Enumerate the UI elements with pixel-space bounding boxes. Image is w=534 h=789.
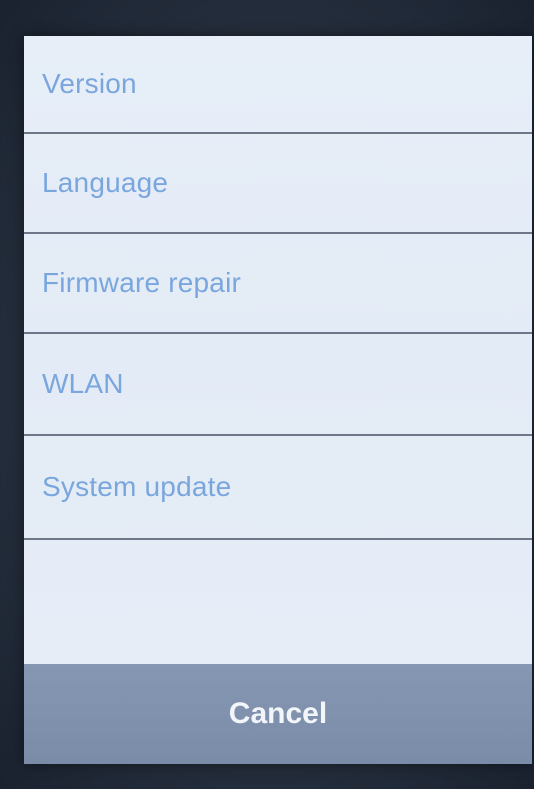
cancel-button[interactable]: Cancel [24,664,532,764]
menu-item-label: WLAN [42,368,124,399]
menu-item-system-update[interactable]: System update [24,436,532,540]
settings-menu-list: Version Language Firmware repair WLAN Sy… [24,36,532,664]
menu-item-wlan[interactable]: WLAN [24,334,532,436]
menu-item-language[interactable]: Language [24,134,532,234]
menu-item-firmware-repair[interactable]: Firmware repair [24,234,532,334]
settings-screen: Version Language Firmware repair WLAN Sy… [24,36,532,764]
cancel-button-label: Cancel [228,697,328,730]
menu-item-label: Language [42,167,169,198]
menu-item-version[interactable]: Version [24,36,532,134]
menu-item-label: Version [42,68,137,99]
device-frame: Version Language Firmware repair WLAN Sy… [0,0,534,789]
menu-item-label: System update [42,471,232,502]
menu-item-label: Firmware repair [42,267,242,298]
